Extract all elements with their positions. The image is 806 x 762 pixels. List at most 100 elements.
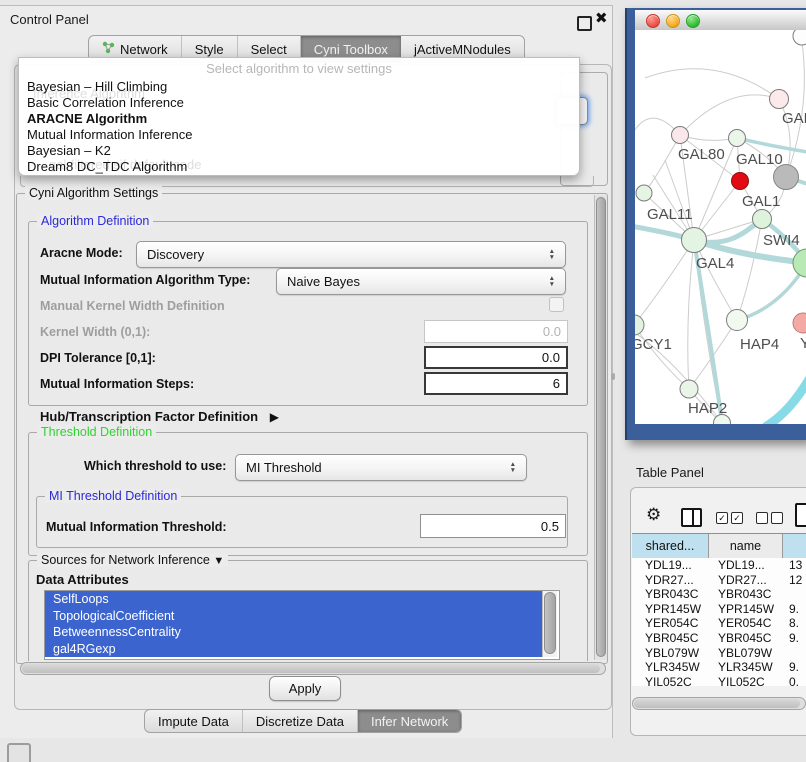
network-node-gal80[interactable] (672, 127, 689, 144)
deselect-all-checkboxes-icon[interactable] (756, 512, 783, 524)
table-cell[interactable]: 9. (783, 631, 806, 646)
network-node-gal1[interactable] (753, 210, 772, 229)
table-row[interactable]: YLR345W YLR345W 9. (632, 660, 806, 675)
table-cell[interactable]: 9. (783, 660, 806, 675)
network-node-partial-top[interactable] (793, 30, 806, 45)
table-row-partial[interactable]: YIL052C YIL052C 0. (632, 675, 806, 686)
table-cell[interactable]: YBR045C (632, 631, 709, 646)
tab-infer-network[interactable]: Infer Network (358, 710, 461, 732)
table-row[interactable]: YBR043C YBR043C (632, 587, 806, 602)
table-row[interactable]: YBR045C YBR045C 9. (632, 631, 806, 646)
table-cell[interactable]: 8. (783, 616, 806, 631)
column-view-icon[interactable] (681, 508, 702, 527)
table-cell[interactable]: YBR043C (709, 587, 783, 602)
table-cell[interactable]: YDR27... (632, 573, 709, 588)
table-cell[interactable]: YPR145W (632, 602, 709, 617)
minimize-traffic-light[interactable] (666, 14, 680, 28)
table-cell[interactable]: YBR043C (632, 587, 709, 602)
column-header-label: shared... (646, 539, 695, 553)
table-cell[interactable]: YBL079W (632, 646, 709, 661)
dropdown-item[interactable]: Bayesian – Hill Climbing (27, 79, 571, 95)
network-node-gal11[interactable] (636, 185, 652, 201)
select-all-checkboxes-icon[interactable]: ✓✓ (716, 512, 743, 524)
table-cell[interactable]: YIL052C (632, 675, 709, 686)
network-canvas[interactable]: GAL GAL80 GAL10 GAL11 GAL1 SWI4 GAL4 GCY… (635, 30, 806, 424)
table-cell[interactable]: YIL052C (709, 675, 783, 686)
table-cell[interactable]: YDL19... (632, 558, 709, 573)
table-cell[interactable] (783, 646, 806, 661)
network-node-gal10[interactable] (729, 130, 746, 147)
column-header-name[interactable]: name (709, 534, 783, 558)
close-icon[interactable]: ✖ (595, 9, 608, 27)
network-node-red[interactable] (732, 173, 749, 190)
network-node-gray[interactable] (774, 165, 799, 190)
manual-kernel-width-checkbox[interactable] (549, 297, 564, 312)
expand-arrow-icon[interactable]: ▶ (270, 410, 279, 424)
dropdown-item[interactable]: Bayesian – K2 (27, 143, 571, 159)
table-cell[interactable]: YLR345W (632, 660, 709, 675)
table-cell[interactable]: YPR145W (709, 602, 783, 617)
minimized-panel-icon[interactable] (7, 743, 31, 762)
list-item[interactable]: SelfLoops (45, 591, 549, 608)
table-cell[interactable]: 0. (783, 675, 806, 686)
splitpane-grip[interactable] (611, 373, 615, 380)
table-row[interactable]: YBL079W YBL079W (632, 646, 806, 661)
mi-threshold-input[interactable]: 0.5 (420, 514, 566, 538)
table-row[interactable]: YER054C YER054C 8. (632, 616, 806, 631)
cyni-algorithm-settings-title: Cyni Algorithm Settings (25, 186, 162, 200)
table-cell[interactable]: YBR045C (709, 631, 783, 646)
which-threshold-select[interactable]: MI Threshold ▲▼ (235, 454, 527, 481)
float-window-icon[interactable] (577, 16, 592, 31)
network-window-titlebar[interactable] (635, 10, 806, 31)
table-cell[interactable]: 9. (783, 602, 806, 617)
network-node-hap4[interactable] (727, 310, 748, 331)
table-cell[interactable]: 12 (783, 573, 806, 588)
table-cell[interactable]: YLR345W (709, 660, 783, 675)
dropdown-item[interactable]: Basic Correlation Inference (27, 95, 571, 111)
table-cell[interactable]: YDL19... (709, 558, 783, 573)
gear-icon[interactable]: ⚙ (646, 506, 661, 523)
table-cell[interactable]: YER054C (632, 616, 709, 631)
network-node-gcy1[interactable] (635, 315, 644, 335)
which-threshold-value: MI Threshold (246, 460, 322, 475)
column-header-shared-name[interactable]: shared... (632, 534, 709, 558)
list-item[interactable]: gal4RGexp (45, 641, 549, 658)
tab-discretize-data[interactable]: Discretize Data (243, 710, 358, 732)
table-row[interactable]: YPR145W YPR145W 9. (632, 602, 806, 617)
collapse-arrow-icon[interactable]: ▼ (213, 555, 224, 567)
column-header-partial[interactable] (783, 534, 806, 558)
zoom-traffic-light[interactable] (686, 14, 700, 28)
table-cell[interactable]: 13 (783, 558, 806, 573)
document-icon[interactable] (795, 503, 806, 527)
apply-button[interactable]: Apply (269, 676, 341, 701)
network-node-gal4[interactable] (682, 228, 707, 253)
tab-impute-data[interactable]: Impute Data (145, 710, 243, 732)
settings-horizontal-scrollbar[interactable] (20, 662, 606, 675)
table-cell[interactable]: YBL079W (709, 646, 783, 661)
kernel-width-input[interactable]: 0.0 (424, 320, 568, 343)
aracne-mode-select[interactable]: Discovery ▲▼ (136, 241, 566, 268)
close-traffic-light[interactable] (646, 14, 660, 28)
list-item[interactable]: TopologicalCoefficient (45, 608, 549, 625)
table-cell[interactable]: YER054C (709, 616, 783, 631)
dropdown-item[interactable]: Mutual Information Inference (27, 127, 571, 143)
sources-group-title: Sources for Network Inference ▼ (37, 553, 228, 567)
dropdown-item[interactable]: Dream8 DC_TDC Algorithm (27, 159, 571, 175)
attributes-list-scrollbar[interactable] (542, 591, 557, 657)
settings-vertical-scrollbar[interactable] (594, 195, 607, 660)
mi-steps-input[interactable]: 6 (424, 372, 568, 395)
dpi-tolerance-input[interactable]: 0.0 (424, 346, 568, 369)
table-horizontal-scrollbar[interactable] (632, 697, 806, 710)
mi-algorithm-type-select[interactable]: Naive Bayes ▲▼ (276, 268, 566, 295)
hub-transcription-factor-section[interactable]: Hub/Transcription Factor Definition ▶ (40, 409, 279, 424)
network-node-salmon[interactable] (793, 313, 806, 333)
network-node-right-green[interactable] (793, 249, 806, 277)
network-node-pink-top[interactable] (770, 90, 789, 109)
network-node-hap2[interactable] (680, 380, 698, 398)
table-row[interactable]: YDL19... YDL19... 13 (632, 558, 806, 573)
dropdown-item-highlighted[interactable]: ARACNE Algorithm (27, 111, 571, 127)
table-row[interactable]: YDR27... YDR27... 12 (632, 573, 806, 588)
table-cell[interactable]: YDR27... (709, 573, 783, 588)
table-cell[interactable] (783, 587, 806, 602)
list-item[interactable]: BetweennessCentrality (45, 624, 549, 641)
